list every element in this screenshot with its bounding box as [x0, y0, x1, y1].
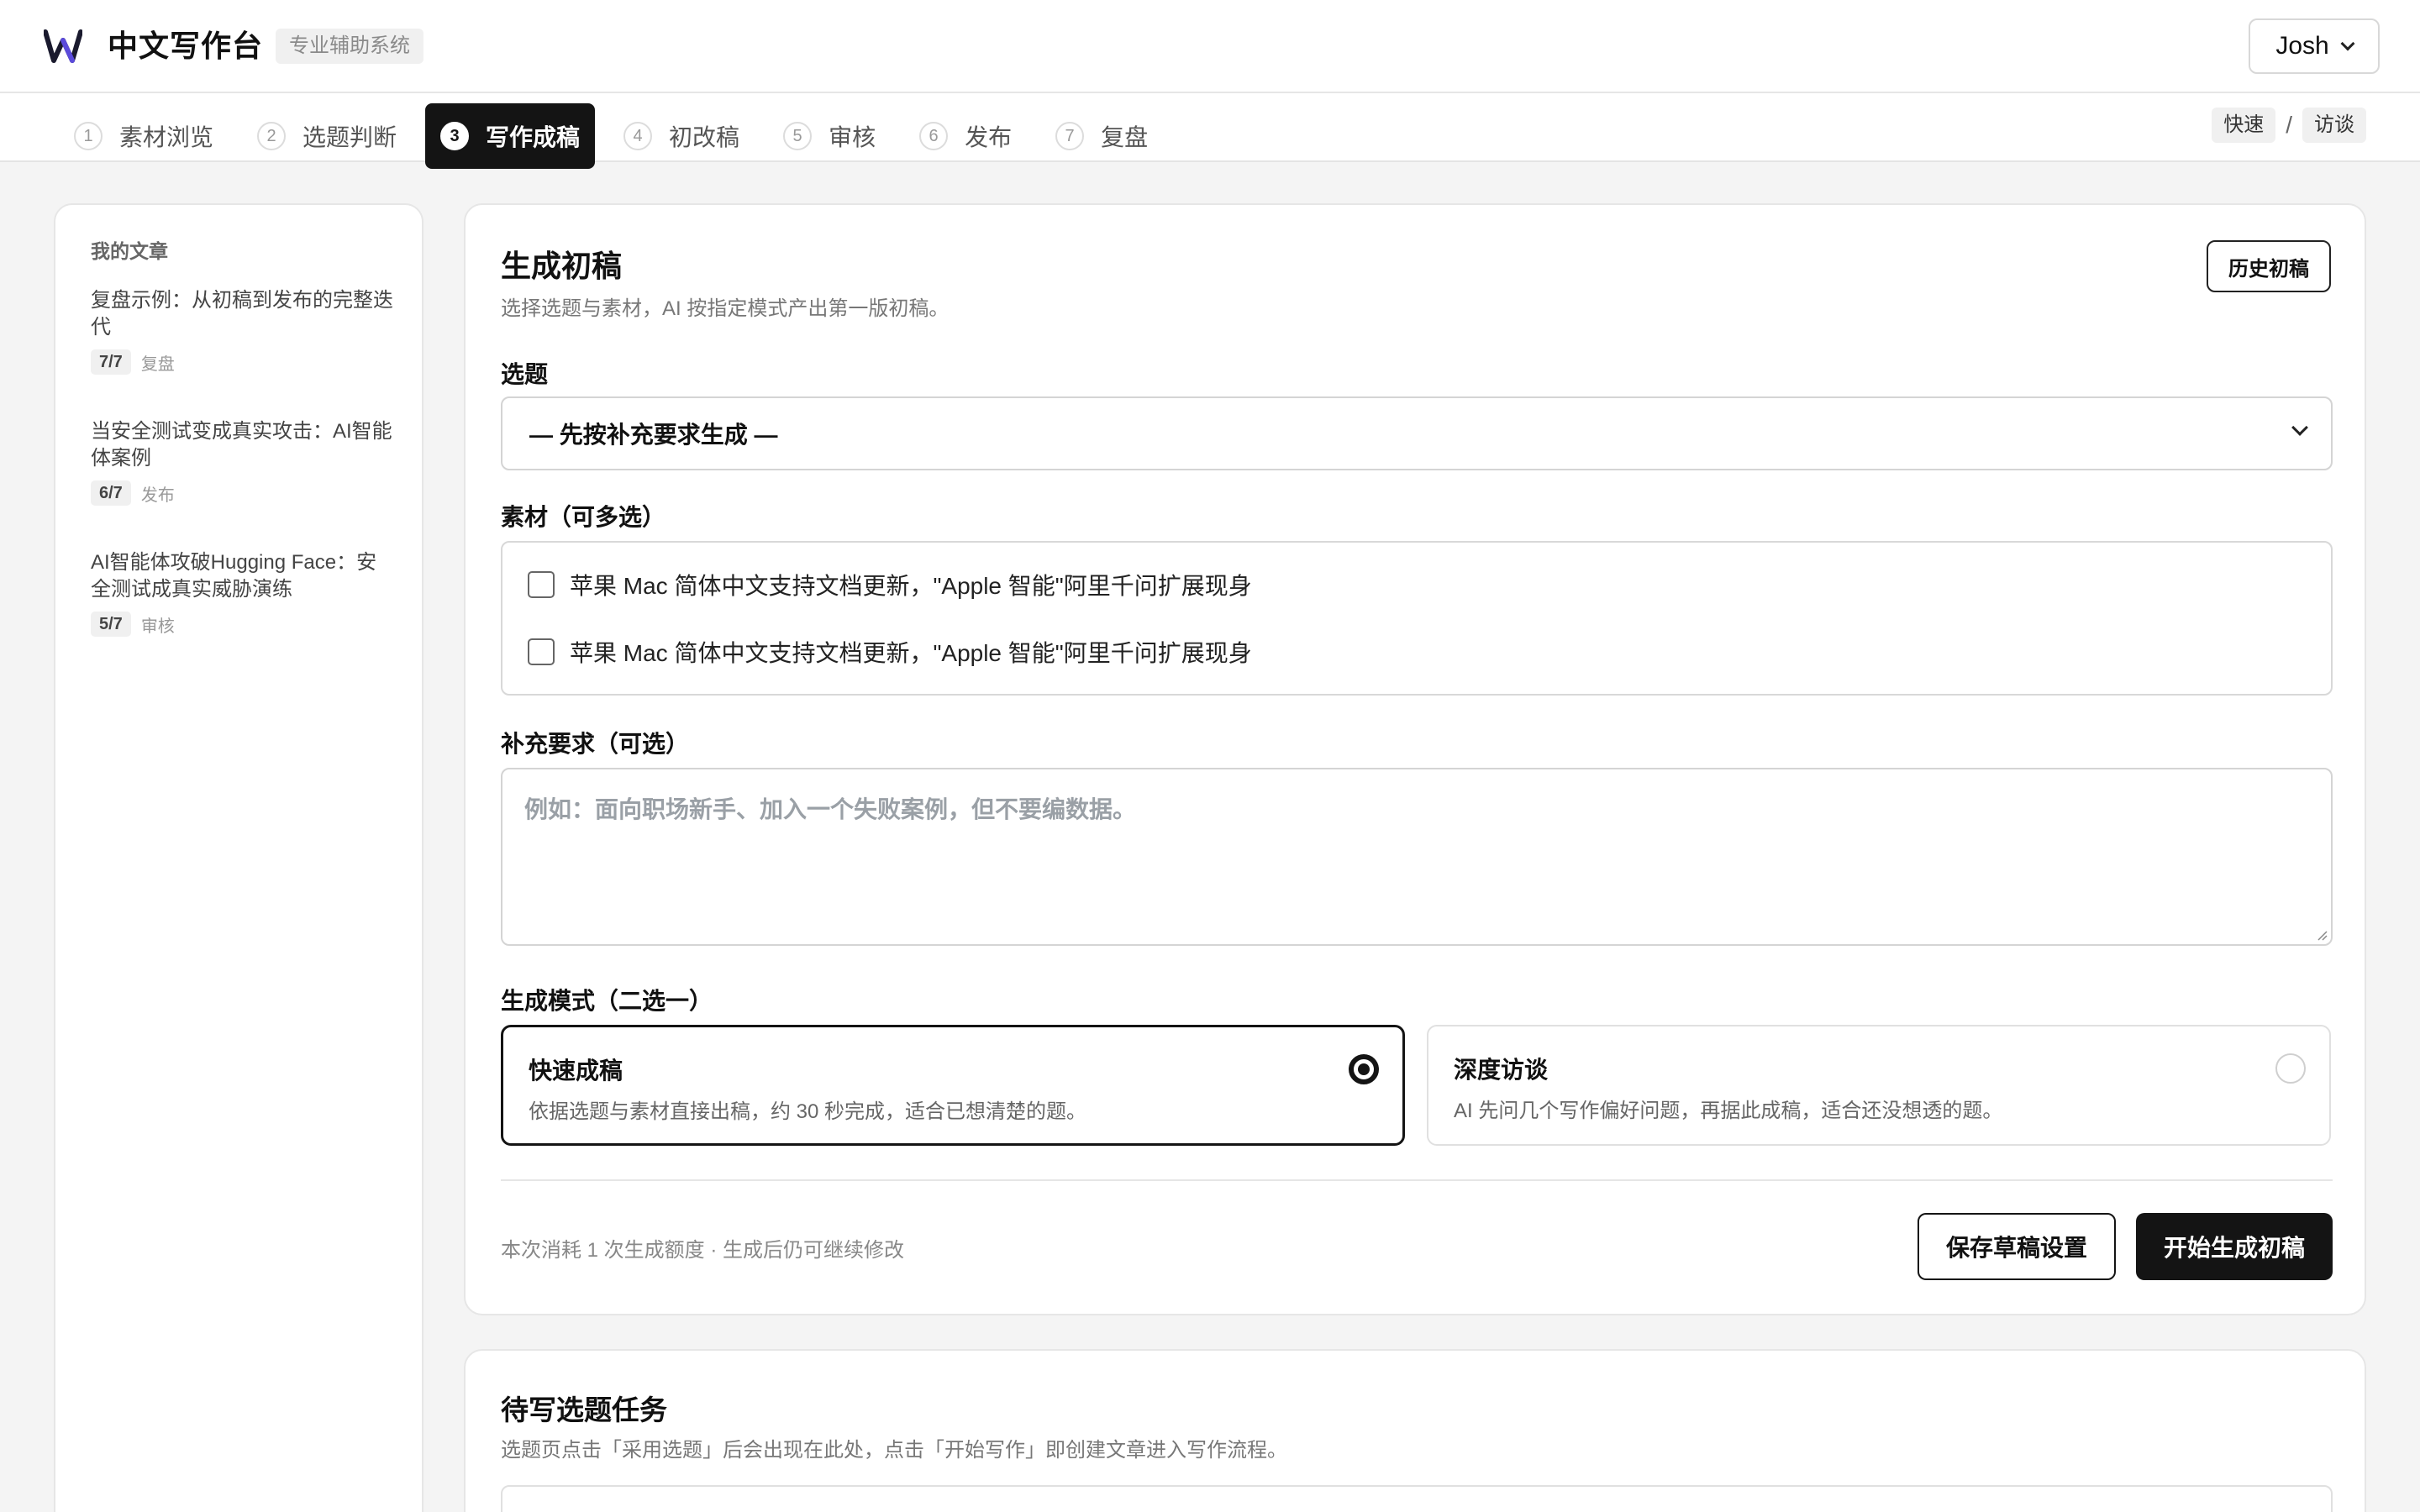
topic-select[interactable]: — 先按补充要求生成 —: [501, 396, 2333, 470]
app-badge: 专业辅助系统: [276, 29, 424, 64]
mode-separator: /: [2286, 112, 2292, 138]
mode-interview-link[interactable]: 访谈: [2302, 108, 2366, 143]
step-tab[interactable]: 5 审核: [768, 103, 891, 169]
mode-description: AI 先问几个写作偏好问题，再据此成稿，适合还没想透的题。: [1454, 1100, 2003, 1122]
article-progress-badge: 6/7: [91, 480, 131, 506]
article-title: 复盘示例：从初稿到发布的完整迭代: [91, 289, 393, 339]
mode-switch: 快速 / 访谈: [2212, 108, 2366, 143]
step-number: 7: [1055, 122, 1085, 150]
material-option[interactable]: 苹果 Mac 简体中文支持文档更新，"Apple 智能"阿里千问扩展现身: [528, 568, 1252, 601]
sidebar-title: 我的文章: [91, 240, 168, 262]
material-checkbox[interactable]: [528, 571, 555, 598]
step-number: 3: [440, 122, 470, 150]
user-name: Josh: [2275, 32, 2329, 60]
step-label: 初改稿: [669, 124, 740, 150]
divider: [501, 1179, 2333, 1181]
radio-unselected-icon[interactable]: [2275, 1053, 2306, 1084]
pending-topics-card: 待写选题任务 选题页点击「采用选题」后会出现在此处，点击「开始写作」即创建文章进…: [464, 1349, 2366, 1512]
pending-list: [501, 1485, 2333, 1512]
step-tab[interactable]: 3 写作成稿: [425, 103, 596, 169]
material-label: 苹果 Mac 简体中文支持文档更新，"Apple 智能"阿里千问扩展现身: [570, 573, 1252, 599]
save-draft-settings-button[interactable]: 保存草稿设置: [1918, 1213, 2116, 1280]
materials-label: 素材（可多选）: [501, 504, 666, 530]
article-stage: 复盘: [140, 354, 175, 374]
article-progress-badge: 7/7: [91, 349, 131, 375]
top-bar: 中文写作台 专业辅助系统 Josh: [0, 0, 2420, 93]
mode-description: 依据选题与素材直接出稿，约 30 秒完成，适合已想清楚的题。: [529, 1100, 1087, 1123]
article-title: AI智能体攻破Hugging Face：安全测试成真实威胁演练: [91, 551, 377, 601]
article-progress-badge: 5/7: [91, 612, 131, 637]
extra-requirements-textarea[interactable]: 例如：面向职场新手、加入一个失败案例，但不要编数据。: [501, 768, 2333, 946]
card-subtitle: 选择选题与素材，AI 按指定模式产出第一版初稿。: [501, 297, 950, 320]
step-tab[interactable]: 7 复盘: [1040, 103, 1163, 169]
topic-label: 选题: [501, 361, 549, 387]
mode-title: 快速成稿: [529, 1058, 623, 1084]
chevron-down-icon: [2340, 36, 2355, 51]
step-tab[interactable]: 1 素材浏览: [59, 103, 229, 169]
step-number: 1: [74, 122, 103, 150]
article-item[interactable]: AI智能体攻破Hugging Face：安全测试成真实威胁演练 5/7 审核: [91, 549, 393, 637]
step-label: 发布: [965, 124, 1013, 150]
article-sidebar: 我的文章 复盘示例：从初稿到发布的完整迭代 7/7 复盘 当安全测试变成真实攻击…: [54, 203, 424, 1512]
card-title: 生成初稿: [501, 249, 623, 283]
material-label: 苹果 Mac 简体中文支持文档更新，"Apple 智能"阿里千问扩展现身: [570, 640, 1252, 666]
step-tab[interactable]: 4 初改稿: [608, 103, 755, 169]
chevron-down-icon: [2291, 419, 2308, 436]
mode-label: 生成模式（二选一）: [501, 988, 713, 1014]
extra-requirements-label: 补充要求（可选）: [501, 731, 690, 757]
app-title: 中文写作台: [108, 29, 264, 63]
article-stage: 审核: [140, 617, 175, 636]
radio-selected-icon[interactable]: [1349, 1054, 1379, 1084]
generate-draft-card: 生成初稿 选择选题与素材，AI 按指定模式产出第一版初稿。 历史初稿 选题 — …: [464, 203, 2366, 1315]
resize-handle-icon[interactable]: [2316, 929, 2328, 941]
step-tab[interactable]: 6 发布: [904, 103, 1027, 169]
step-number: 6: [919, 122, 949, 150]
quota-footnote: 本次消耗 1 次生成额度 · 生成后仍可继续修改: [501, 1239, 905, 1262]
topic-selected-value: — 先按补充要求生成 —: [529, 422, 778, 448]
step-number: 5: [783, 122, 813, 150]
step-list: 1 素材浏览 2 选题判断 3 写作成稿 4 初改稿 5 审核 6 发布 7 复盘: [59, 103, 1176, 169]
article-item[interactable]: 复盘示例：从初稿到发布的完整迭代 7/7 复盘: [91, 287, 393, 375]
w-logo-icon[interactable]: [44, 29, 82, 64]
article-title: 当安全测试变成真实攻击：AI智能体案例: [91, 420, 392, 470]
step-tab[interactable]: 2 选题判断: [242, 103, 412, 169]
mode-fast-link[interactable]: 快速: [2212, 108, 2276, 143]
step-label: 素材浏览: [119, 124, 214, 150]
mode-title: 深度访谈: [1454, 1057, 1549, 1083]
user-menu-button[interactable]: Josh: [2249, 18, 2380, 74]
article-item[interactable]: 当安全测试变成真实攻击：AI智能体案例 6/7 发布: [91, 418, 393, 506]
pending-title: 待写选题任务: [501, 1394, 667, 1425]
step-label: 审核: [829, 124, 876, 150]
textarea-placeholder: 例如：面向职场新手、加入一个失败案例，但不要编数据。: [524, 796, 1137, 822]
step-label: 复盘: [1101, 124, 1149, 150]
materials-list: 苹果 Mac 简体中文支持文档更新，"Apple 智能"阿里千问扩展现身 苹果 …: [501, 541, 2333, 696]
step-number: 2: [257, 122, 287, 150]
material-option[interactable]: 苹果 Mac 简体中文支持文档更新，"Apple 智能"阿里千问扩展现身: [528, 635, 1252, 669]
step-navigation: 1 素材浏览 2 选题判断 3 写作成稿 4 初改稿 5 审核 6 发布 7 复盘 快速 / 访谈: [0, 93, 2420, 169]
start-generate-button[interactable]: 开始生成初稿: [2136, 1213, 2333, 1280]
article-stage: 发布: [140, 486, 175, 505]
step-label: 选题判断: [302, 124, 397, 150]
mode-option-fast[interactable]: 快速成稿 依据选题与素材直接出稿，约 30 秒完成，适合已想清楚的题。: [501, 1025, 1405, 1146]
material-checkbox[interactable]: [528, 638, 555, 665]
step-label: 写作成稿: [486, 124, 581, 150]
mode-option-interview[interactable]: 深度访谈 AI 先问几个写作偏好问题，再据此成稿，适合还没想透的题。: [1427, 1025, 2331, 1146]
pending-subtitle: 选题页点击「采用选题」后会出现在此处，点击「开始写作」即创建文章进入写作流程。: [501, 1439, 1287, 1462]
step-number: 4: [623, 122, 653, 150]
history-drafts-button[interactable]: 历史初稿: [2207, 240, 2331, 292]
